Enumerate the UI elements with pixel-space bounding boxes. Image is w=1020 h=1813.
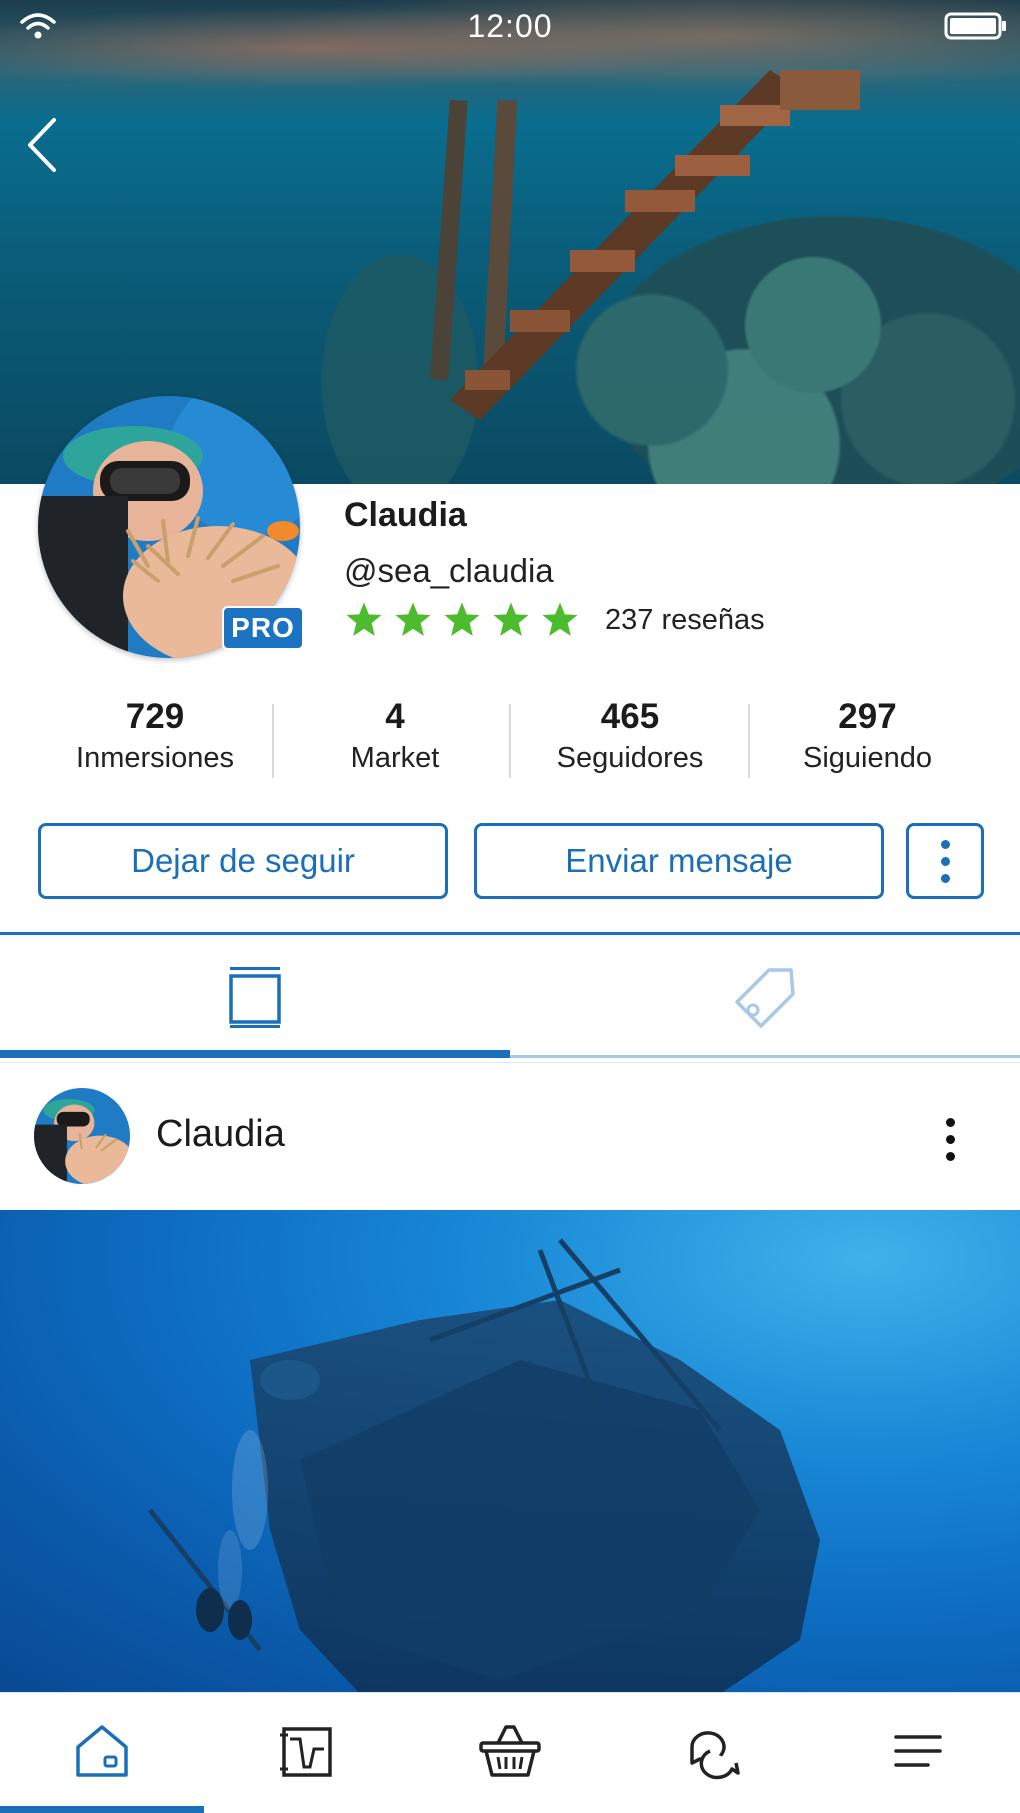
- post-photo[interactable]: [0, 1210, 1020, 1694]
- status-bar: 12:00: [0, 0, 1020, 56]
- stat-dives[interactable]: 729 Inmersiones: [40, 696, 270, 778]
- post-options-button[interactable]: [930, 1111, 970, 1167]
- home-icon: [76, 1725, 128, 1777]
- profile-avatar-container[interactable]: PRO: [38, 396, 308, 658]
- profile-name: Claudia: [344, 496, 467, 534]
- rating[interactable]: 237 reseñas: [344, 598, 765, 642]
- tab-market[interactable]: [510, 936, 1020, 1060]
- menu-icon: [894, 1735, 942, 1767]
- pro-badge: PRO: [222, 606, 304, 650]
- nav-dive-log[interactable]: [204, 1693, 408, 1809]
- back-button[interactable]: [20, 110, 70, 180]
- stat-value: 729: [125, 697, 185, 736]
- more-dot-icon: [945, 1117, 955, 1127]
- stat-label: Siguiendo: [803, 742, 932, 774]
- profile-stats: 729 Inmersiones 4 Market 465 Seguidores …: [0, 696, 1020, 786]
- stat-divider: [748, 704, 750, 778]
- review-count[interactable]: 237 reseñas: [605, 604, 765, 637]
- stat-divider: [509, 704, 511, 778]
- nav-market[interactable]: [408, 1693, 612, 1809]
- tab-active-indicator: [0, 1050, 510, 1058]
- more-options-button[interactable]: [906, 823, 984, 899]
- tab-posts[interactable]: [0, 936, 510, 1060]
- stat-label: Market: [350, 742, 440, 774]
- more-dot-icon: [940, 839, 950, 849]
- stat-following[interactable]: 297 Siguiendo: [765, 696, 970, 778]
- dive-log-icon: [280, 1727, 332, 1777]
- stat-market[interactable]: 4 Market: [290, 696, 500, 778]
- nav-messages[interactable]: [612, 1693, 816, 1809]
- diver-portrait: [34, 1088, 130, 1184]
- shipwreck-illustration: [148, 1238, 820, 1694]
- posts-icon: [229, 967, 281, 1028]
- nav-menu[interactable]: [816, 1693, 1020, 1809]
- send-message-button[interactable]: Enviar mensaje: [474, 823, 884, 899]
- stat-followers[interactable]: 465 Seguidores: [525, 696, 735, 778]
- stat-value: 465: [600, 697, 660, 736]
- more-dot-icon: [940, 856, 950, 866]
- star-icon: [542, 602, 578, 636]
- battery-icon: [944, 12, 1006, 40]
- tab-underline: [510, 1055, 1020, 1058]
- post-header: Claudia: [0, 1062, 1020, 1210]
- stat-value: 297: [838, 697, 897, 736]
- more-dot-icon: [945, 1134, 955, 1144]
- bottom-navigation: [0, 1692, 1020, 1813]
- profile-handle: @sea_claudia: [344, 552, 554, 589]
- chat-icon: [690, 1731, 740, 1780]
- tag-icon: [735, 968, 795, 1028]
- star-icon: [395, 602, 431, 636]
- staircase-illustration: [430, 70, 860, 420]
- basket-icon: [479, 1725, 541, 1777]
- nav-home[interactable]: [0, 1693, 204, 1809]
- stat-label: Seguidores: [556, 742, 704, 774]
- stat-divider: [272, 704, 274, 778]
- unfollow-button[interactable]: Dejar de seguir: [38, 823, 448, 899]
- more-dot-icon: [945, 1151, 955, 1161]
- stat-value: 4: [385, 697, 405, 736]
- star-icon: [493, 602, 529, 636]
- post-author-avatar[interactable]: [34, 1088, 130, 1184]
- star-icon: [346, 602, 382, 636]
- star-icon: [444, 602, 480, 636]
- more-dot-icon: [940, 873, 950, 883]
- post-author-name[interactable]: Claudia: [156, 1113, 285, 1156]
- nav-active-indicator: [0, 1806, 204, 1813]
- section-divider: [0, 932, 1020, 935]
- stat-label: Inmersiones: [76, 742, 234, 774]
- status-time: 12:00: [467, 8, 553, 44]
